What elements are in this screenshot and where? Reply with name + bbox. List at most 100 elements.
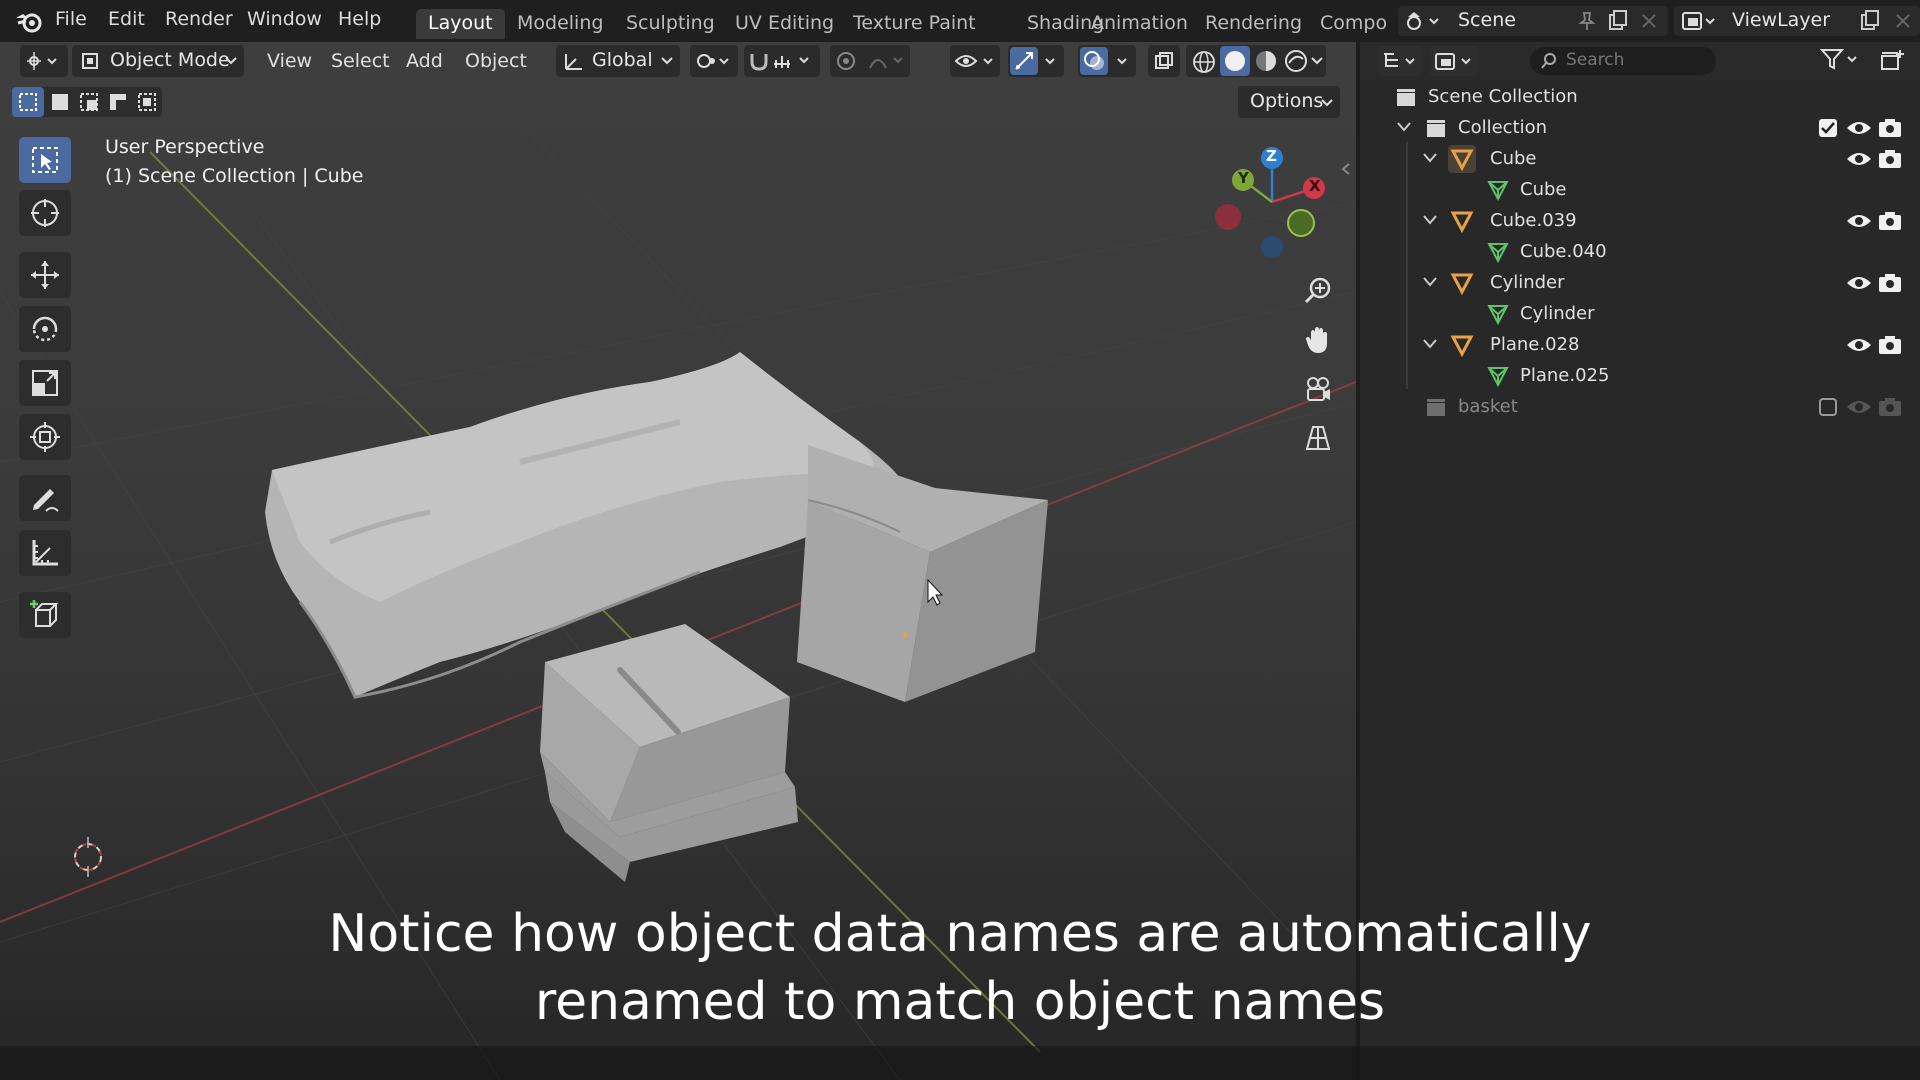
- add-cube-tool[interactable]: [19, 592, 71, 638]
- pivot-point-button[interactable]: [690, 45, 738, 77]
- eye-icon[interactable]: [1846, 211, 1872, 231]
- tab-compositing[interactable]: Compo: [1308, 9, 1388, 39]
- select-intersect-icon[interactable]: [136, 91, 158, 113]
- measure-tool[interactable]: [19, 530, 71, 576]
- proportional-edit-icon: [837, 52, 903, 70]
- camera-render-icon[interactable]: [1878, 211, 1902, 231]
- visibility-filter-button[interactable]: [950, 45, 1000, 77]
- outliner-row-object[interactable]: Plane.028: [1360, 330, 1920, 361]
- transform-tool[interactable]: [19, 414, 71, 460]
- outliner-row-object[interactable]: Cube: [1360, 144, 1920, 175]
- gizmo-neg-z-axis[interactable]: [1261, 236, 1283, 258]
- outliner-row-object[interactable]: Cylinder: [1360, 268, 1920, 299]
- camera-render-icon[interactable]: [1878, 335, 1902, 355]
- menu-object[interactable]: Object: [465, 50, 527, 72]
- camera-view-button[interactable]: [1297, 368, 1339, 410]
- tab-modeling[interactable]: Modeling: [505, 9, 615, 39]
- camera-render-icon[interactable]: [1878, 273, 1902, 293]
- sidebar-toggle-icon[interactable]: [1340, 162, 1352, 176]
- scale-tool[interactable]: [19, 360, 71, 406]
- camera-render-icon[interactable]: [1878, 149, 1902, 169]
- xray-button[interactable]: [1148, 45, 1180, 77]
- move-tool[interactable]: [19, 252, 71, 298]
- gizmo-toggle-button[interactable]: [1008, 45, 1064, 77]
- tab-layout[interactable]: Layout: [416, 9, 505, 39]
- display-mode-button[interactable]: [1430, 46, 1478, 76]
- rotate-tool[interactable]: [19, 306, 71, 352]
- scene-selector[interactable]: Scene: [1398, 6, 1668, 36]
- menu-help[interactable]: Help: [338, 8, 381, 30]
- menu-select[interactable]: Select: [331, 50, 390, 72]
- gizmo-neg-y-axis[interactable]: [1287, 209, 1315, 237]
- view-layer-selector[interactable]: ViewLayer: [1674, 6, 1920, 36]
- menu-edit[interactable]: Edit: [108, 8, 145, 30]
- select-extend-icon[interactable]: [49, 91, 71, 113]
- filter-icon: [1820, 49, 1857, 70]
- editor-type-button[interactable]: [20, 45, 68, 77]
- outliner-row-basket[interactable]: basket: [1360, 392, 1920, 423]
- overlays-button[interactable]: [1078, 45, 1136, 77]
- eye-icon[interactable]: [1846, 397, 1872, 417]
- eye-icon[interactable]: [1846, 335, 1872, 355]
- mode-label: Object Mode: [110, 49, 230, 71]
- cursor-tool[interactable]: [19, 190, 71, 236]
- outliner-row-scene-collection[interactable]: Scene Collection: [1360, 82, 1920, 113]
- navigation-gizmo[interactable]: Z X Y: [1210, 140, 1340, 270]
- outliner-row-object[interactable]: Cube.039: [1360, 206, 1920, 237]
- transform-orientation-dropdown[interactable]: Global: [556, 45, 680, 77]
- snap-button[interactable]: [744, 45, 820, 77]
- move-icon: [31, 261, 59, 289]
- select-invert-icon[interactable]: [107, 91, 129, 113]
- pin-icon[interactable]: [1576, 10, 1598, 32]
- menu-file[interactable]: File: [55, 8, 87, 30]
- tab-sculpting[interactable]: Sculpting: [614, 9, 727, 39]
- menu-render[interactable]: Render: [165, 8, 233, 30]
- outliner-editor-type-button[interactable]: [1378, 46, 1422, 76]
- outliner-row-mesh-data[interactable]: Cylinder: [1360, 299, 1920, 330]
- menu-view[interactable]: View: [267, 50, 312, 72]
- new-scene-icon[interactable]: [1606, 9, 1630, 33]
- tab-rendering[interactable]: Rendering: [1193, 9, 1314, 39]
- select-subtract-icon[interactable]: [78, 91, 100, 113]
- new-view-layer-icon[interactable]: [1858, 9, 1882, 33]
- menu-window[interactable]: Window: [247, 8, 322, 30]
- camera-render-icon[interactable]: [1878, 397, 1902, 417]
- eye-icon[interactable]: [1846, 149, 1872, 169]
- outliner-search-input[interactable]: Search: [1530, 47, 1716, 75]
- material-shading-icon[interactable]: [1254, 49, 1278, 73]
- select-new-button[interactable]: [12, 87, 44, 117]
- outliner-row-mesh-data[interactable]: Plane.025: [1360, 361, 1920, 392]
- proportional-edit-button[interactable]: [830, 45, 910, 77]
- solid-shading-icon[interactable]: [1223, 49, 1247, 73]
- tab-texture-paint[interactable]: Texture Paint: [841, 9, 988, 39]
- gizmo-neg-x-axis[interactable]: [1215, 204, 1241, 230]
- perspective-toggle-button[interactable]: [1297, 417, 1339, 459]
- camera-render-icon[interactable]: [1878, 118, 1902, 138]
- delete-view-layer-icon[interactable]: [1894, 12, 1912, 30]
- outliner-row-collection[interactable]: Collection: [1360, 113, 1920, 144]
- chevron-down-icon[interactable]: [1310, 56, 1324, 66]
- zoom-button[interactable]: [1297, 270, 1339, 312]
- options-dropdown[interactable]: Options: [1238, 86, 1340, 118]
- pan-button[interactable]: [1297, 319, 1339, 361]
- blender-logo-icon[interactable]: [14, 9, 44, 33]
- tab-uv-editing[interactable]: UV Editing: [723, 9, 846, 39]
- wireframe-shading-icon[interactable]: [1192, 50, 1216, 74]
- tab-animation[interactable]: Animation: [1079, 9, 1200, 39]
- checkbox-checked-icon[interactable]: [1818, 118, 1838, 138]
- outliner-row-mesh-data[interactable]: Cube.040: [1360, 237, 1920, 268]
- eye-icon[interactable]: [1846, 118, 1872, 138]
- filter-button[interactable]: [1820, 47, 1860, 71]
- outliner-header: Search: [1360, 42, 1920, 80]
- outliner-row-mesh-data[interactable]: Cube: [1360, 175, 1920, 206]
- annotate-tool[interactable]: [19, 475, 71, 521]
- rendered-shading-icon[interactable]: [1284, 49, 1308, 73]
- menu-add[interactable]: Add: [406, 50, 443, 72]
- new-collection-button[interactable]: [1880, 48, 1906, 72]
- delete-scene-icon[interactable]: [1640, 12, 1658, 30]
- mode-dropdown[interactable]: Object Mode: [72, 45, 244, 77]
- outliner-search-placeholder: Search: [1566, 50, 1625, 70]
- eye-icon[interactable]: [1846, 273, 1872, 293]
- checkbox-unchecked-icon[interactable]: [1818, 397, 1838, 417]
- select-box-tool[interactable]: [19, 137, 71, 183]
